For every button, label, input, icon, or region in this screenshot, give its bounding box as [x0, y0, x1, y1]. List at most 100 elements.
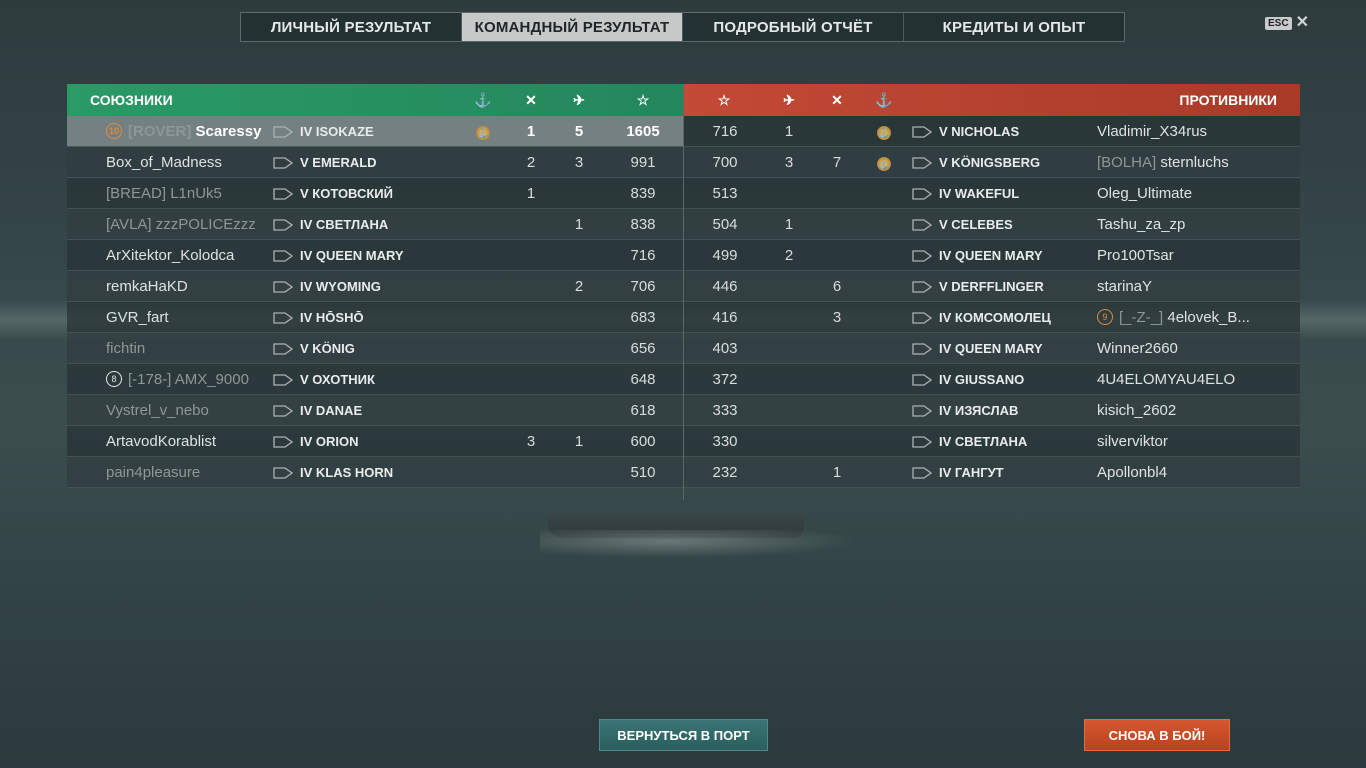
frags-value [817, 240, 857, 271]
player-name: silverviktor [1097, 426, 1168, 457]
ship-class-icon [912, 219, 932, 231]
ship-class-icon [912, 374, 932, 386]
frags-value [511, 364, 551, 395]
xp-value: 403 [712, 340, 738, 357]
table-row[interactable]: 403 IV QUEEN MARY Winner2660 [684, 333, 1300, 364]
table-row[interactable]: 700 3 7 ⚓ V KÖNIGSBERG [BOLHA] sternluchs [684, 147, 1300, 178]
rank-icon: 8 [106, 371, 122, 388]
xp-value: 330 [712, 433, 738, 450]
ship-name: IV KLAS HORN [300, 465, 394, 480]
player-nickname: ArtavodKorablist [106, 433, 217, 450]
enemies-header: ☆ ✈ ✕ ⚓ ПРОТИВНИКИ [684, 84, 1300, 116]
table-row[interactable]: 333 IV ИЗЯСЛАВ kisich_2602 [684, 395, 1300, 426]
planes-value [559, 178, 599, 209]
ship-name: IV QUEEN MARY [939, 341, 1043, 356]
player-nickname: remkaHaKD [106, 278, 188, 295]
tab-personal-result[interactable]: ЛИЧНЫЙ РЕЗУЛЬТАТ [241, 13, 461, 41]
allies-panel: СОЮЗНИКИ ⚓ ✕ ✈ ☆ 10 [ROVER] Scaressy IV IS… [67, 84, 683, 488]
table-row[interactable]: 446 6 V DERFFLINGER starinaY [684, 271, 1300, 302]
ship-name: IV ORION [300, 434, 359, 449]
player-nickname: Vystrel_v_nebo [106, 402, 209, 419]
tab-detailed-report[interactable]: ПОДРОБНЫЙ ОТЧЁТ [682, 13, 903, 41]
table-row[interactable]: 499 2 IV QUEEN MARY Pro100Tsar [684, 240, 1300, 271]
enemies-title: ПРОТИВНИКИ [1179, 92, 1277, 108]
player-nickname: starinaY [1097, 278, 1153, 295]
player-name: [BREAD] L1nUk5 [106, 178, 222, 209]
table-row[interactable]: Vystrel_v_nebo IV DANAE 618 [67, 395, 683, 426]
planes-value: 3 [574, 154, 584, 171]
player-nickname: zzzPOLICEzzz [155, 216, 256, 233]
player-name: Vladimir_X34rus [1097, 116, 1207, 147]
battle-again-button[interactable]: СНОВА В БОЙ! [1084, 719, 1230, 751]
planes-value [559, 395, 599, 426]
table-row[interactable]: 416 3 IV КОМСОМОЛЕЦ 9 [_-Z-_] 4elovek_B... [684, 302, 1300, 333]
planes-icon: ✈ [573, 91, 585, 108]
table-row[interactable]: 232 1 IV ГАНГУТ Apollonbl4 [684, 457, 1300, 488]
tab-team-result[interactable]: КОМАНДНЫЙ РЕЗУЛЬТАТ [461, 13, 682, 41]
ship-name: V DERFFLINGER [939, 279, 1044, 294]
player-nickname: 4U4ELOMYAU4ELO [1097, 371, 1236, 388]
table-row[interactable]: [BREAD] L1nUk5 V КОТОВСКИЙ 1 839 [67, 178, 683, 209]
xp-value: 716 [630, 247, 656, 264]
close-button[interactable]: ESC ✕ [1265, 14, 1309, 31]
player-name: fichtin [106, 333, 145, 364]
table-row[interactable]: fichtin V KÖNIG 656 [67, 333, 683, 364]
table-row[interactable]: Box_of_Madness V EMERALD 2 3 991 [67, 147, 683, 178]
player-name: 8 [-178-] AMX_9000 [106, 364, 249, 395]
ship-class-icon [273, 436, 293, 448]
xp-value: 232 [712, 464, 738, 481]
table-row[interactable]: ArXitektor_Kolodca IV QUEEN MARY 716 [67, 240, 683, 271]
player-nickname: silverviktor [1097, 433, 1168, 450]
player-nickname: Box_of_Madness [106, 154, 222, 171]
enemies-rows: 716 1 ⚓ V NICHOLAS Vladimir_X34rus 700 3 7 ⚓ V KÖ… [684, 116, 1300, 488]
player-name: kisich_2602 [1097, 395, 1176, 426]
ship-class-icon [273, 374, 293, 386]
ship-class-icon [912, 188, 932, 200]
table-row[interactable]: ArtavodKorablist IV ORION 3 1 600 [67, 426, 683, 457]
table-row[interactable]: 513 IV WAKEFUL Oleg_Ultimate [684, 178, 1300, 209]
table-row[interactable]: [AVLA] zzzPOLICEzzz IV СВЕТЛАНА 1 838 [67, 209, 683, 240]
close-icon: ✕ [1295, 14, 1309, 31]
frags-value: 1 [526, 185, 536, 202]
planes-value [559, 240, 599, 271]
planes-value [559, 333, 599, 364]
medal-cell: ⚓ [864, 147, 904, 178]
player-nickname: Pro100Tsar [1097, 247, 1174, 264]
table-row[interactable]: 504 1 V CELEBES Tashu_za_zp [684, 209, 1300, 240]
medal-icon: ⚓ [877, 157, 891, 171]
tab-credits-xp[interactable]: КРЕДИТЫ И ОПЫТ [903, 13, 1124, 41]
frags-value: 2 [526, 154, 536, 171]
ship-class-icon [273, 219, 293, 231]
table-row[interactable]: 10 [ROVER] Scaressy IV ISOKAZE ⚓ 1 5 1605 [67, 116, 683, 147]
return-to-port-button[interactable]: ВЕРНУТЬСЯ В ПОРТ [599, 719, 768, 751]
clan-tag: [BOLHA] [1097, 154, 1157, 171]
planes-value: 1 [784, 123, 794, 140]
frags-value: 3 [526, 433, 536, 450]
clan-tag: [ROVER] [128, 123, 192, 140]
table-row[interactable]: 8 [-178-] AMX_9000 V ОХОТНИК 648 [67, 364, 683, 395]
planes-value: 3 [784, 154, 794, 171]
player-nickname: kisich_2602 [1097, 402, 1177, 419]
table-row[interactable]: 372 IV GIUSSANO 4U4ELOMYAU4ELO [684, 364, 1300, 395]
ship-class-icon [273, 157, 293, 169]
planes-value [559, 364, 599, 395]
player-nickname: Tashu_za_zp [1097, 216, 1186, 233]
allies-header: СОЮЗНИКИ ⚓ ✕ ✈ ☆ [67, 84, 683, 116]
xp-value: 1605 [626, 123, 660, 140]
xp-value: 648 [630, 371, 656, 388]
player-name: Box_of_Madness [106, 147, 222, 178]
ship-name: V ОХОТНИК [300, 372, 375, 387]
player-name: remkaHaKD [106, 271, 188, 302]
frags-value: 1 [832, 464, 842, 481]
player-name: 9 [_-Z-_] 4elovek_B... [1097, 302, 1250, 333]
planes-value: 1 [574, 433, 584, 450]
table-row[interactable]: 330 IV СВЕТЛАНА silverviktor [684, 426, 1300, 457]
table-row[interactable]: 716 1 ⚓ V NICHOLAS Vladimir_X34rus [684, 116, 1300, 147]
table-row[interactable]: remkaHaKD IV WYOMING 2 706 [67, 271, 683, 302]
table-row[interactable]: pain4pleasure IV KLAS HORN 510 [67, 457, 683, 488]
medal-icon: ⚓ [877, 126, 891, 140]
table-row[interactable]: GVR_fart IV HŌSHŌ 683 [67, 302, 683, 333]
ship-class-icon [912, 126, 932, 138]
planes-value [559, 457, 599, 488]
ship-name: IV СВЕТЛАНА [300, 217, 389, 232]
